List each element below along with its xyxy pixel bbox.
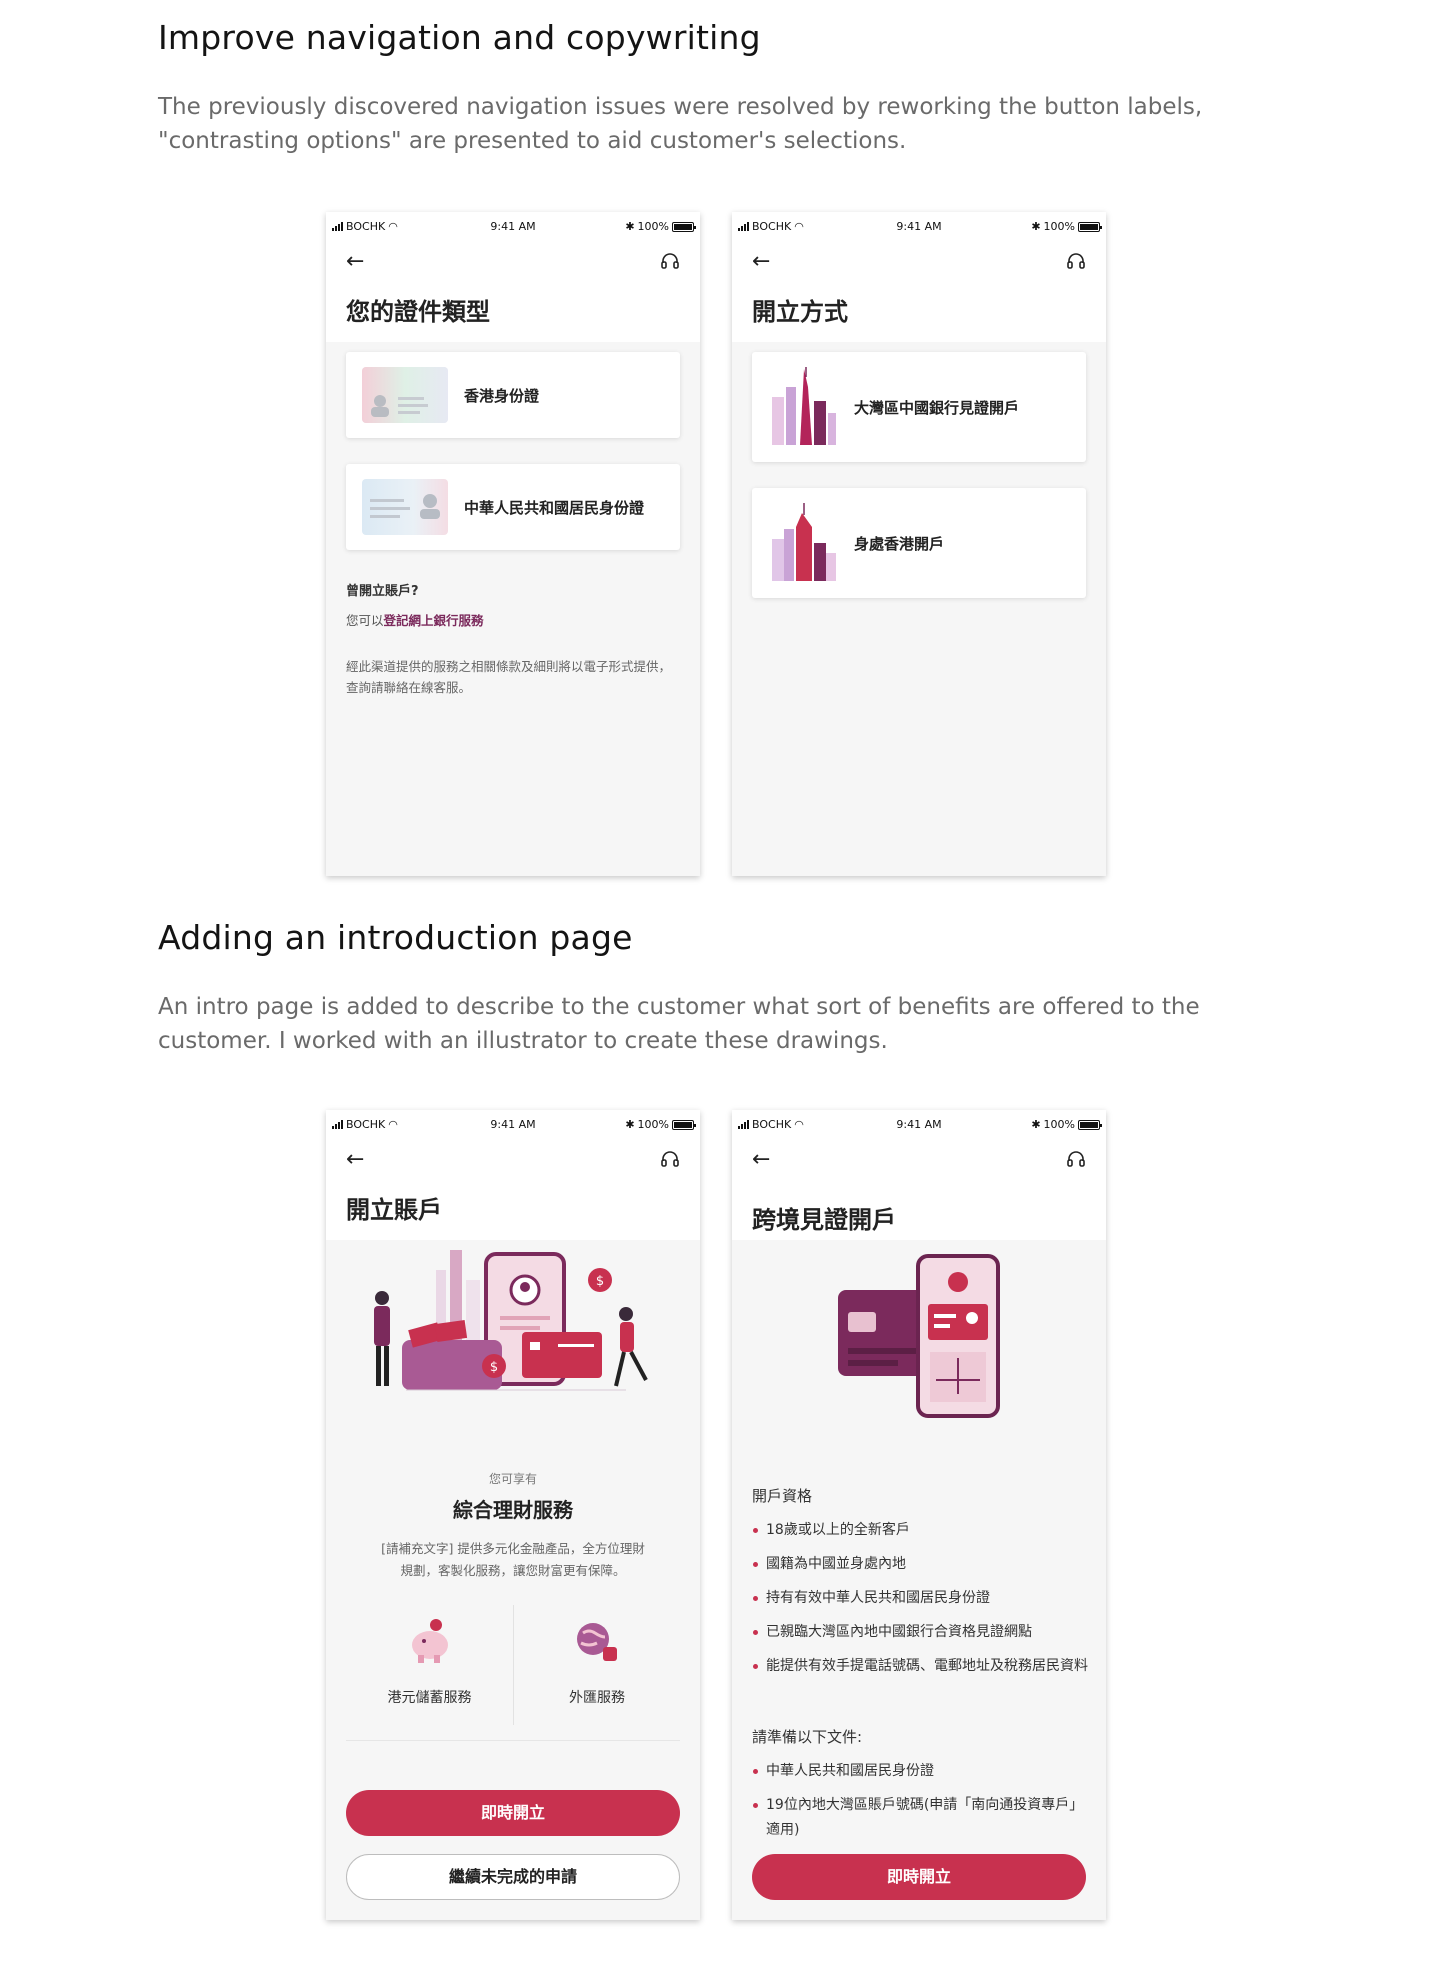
headset-icon[interactable] [660,1150,680,1170]
battery-icon [672,221,696,232]
existing-account-heading: 曾開立賬戶? [346,584,419,599]
eligibility-item: 能提供有效手提電話號碼、電郵地址及稅務居民資料 [752,1654,1088,1679]
prc-id-card-icon [362,479,448,535]
headset-icon[interactable] [1066,252,1086,272]
nav-bar: ← [732,242,1106,284]
back-arrow-icon[interactable]: ← [752,1148,770,1172]
svg-text:$: $ [596,1274,604,1289]
bluetooth-icon: ✱ [625,220,635,233]
hkid-card-icon [362,367,448,423]
nav-bar: ← [326,1140,700,1182]
nav-bar: ← [732,1140,1106,1182]
section-desc-intro: An intro page is added to describe to th… [158,994,1200,1054]
battery-icon [1078,1119,1102,1130]
option-prc-id[interactable]: 中華人民共和國居民身份證 [346,464,680,550]
eligibility-item: 18歲或以上的全新客戶 [752,1518,1088,1543]
open-now-button[interactable]: 即時開立 [752,1854,1086,1900]
back-arrow-icon[interactable]: ← [346,250,364,274]
back-arrow-icon[interactable]: ← [346,1148,364,1172]
eligibility-list: 18歲或以上的全新客戶 國籍為中國並身處內地 持有有效中華人民共和國居民身份證 … [752,1518,1088,1688]
battery-percent: 100% [637,220,669,233]
battery-percent: 100% [1043,1118,1075,1131]
nav-bar: ← [326,242,700,284]
globe-money-icon [577,1623,617,1661]
option-label: 身處香港開戶 [854,534,945,553]
feature-label: 港元儲蓄服務 [387,1690,472,1706]
battery-icon [672,1119,696,1130]
feature-label: 外匯服務 [569,1690,625,1706]
status-bar: BOCHK ◠ 9:41 AM ✱ 100% [326,212,700,242]
feature-row-divider [346,1740,680,1741]
existing-account-text: 您可以登記網上銀行服務 [346,610,680,631]
bluetooth-icon: ✱ [625,1118,635,1131]
section-title-navigation: Improve navigation and copywriting [158,18,761,57]
option-label: 香港身份證 [464,386,540,405]
eligibility-item: 已親臨大灣區內地中國銀行合資格見證網點 [752,1620,1088,1645]
feature-fx[interactable]: 外匯服務 [514,1605,680,1745]
page-title: 開立方式 [732,284,1106,342]
bluetooth-icon: ✱ [1031,220,1041,233]
open-now-button[interactable]: 即時開立 [346,1790,680,1836]
service-title: 綜合理財服務 [453,1498,573,1522]
section-title-intro: Adding an introduction page [158,918,633,957]
status-bar: BOCHK ◠ 9:41 AM ✱ 100% [732,1110,1106,1140]
cross-border-illustration [838,1254,1000,1418]
piggy-bank-icon [411,1619,448,1663]
option-hk-onsite[interactable]: 身處香港開戶 [752,488,1086,598]
option-label: 大灣區中國銀行見證開戶 [854,398,1020,417]
service-desc-line1: [請補充文字] 提供多元化金融產品，全方位理財 [381,1541,645,1556]
page-title: 開立賬戶 [326,1182,700,1240]
open-account-illustration: $ $ [374,1250,648,1391]
section-desc-navigation: The previously discovered navigation iss… [158,94,1203,154]
back-arrow-icon[interactable]: ← [752,250,770,274]
eligibility-item: 持有有效中華人民共和國居民身份證 [752,1586,1088,1611]
phone-open-account: BOCHK ◠ 9:41 AM ✱ 100% ← 開立賬戶 $ $ 您可享有 綜合理… [326,1110,700,1920]
documents-heading: 請準備以下文件: [752,1728,863,1746]
option-label: 中華人民共和國居民身份證 [464,498,645,517]
document-item: 中華人民共和國居民身份證 [752,1759,1088,1784]
option-gba-witness[interactable]: 大灣區中國銀行見證開戶 [752,352,1086,462]
phone-cross-border: BOCHK ◠ 9:41 AM ✱ 100% ← 跨境見證開戶 開戶資格 18歲或以… [732,1110,1106,1920]
phone-opening-method: BOCHK ◠ 9:41 AM ✱ 100% ← 開立方式 大灣區中國銀行見證開戶 … [732,212,1106,876]
option-hkid[interactable]: 香港身份證 [346,352,680,438]
city-skyline-gba-icon [772,367,836,445]
headset-icon[interactable] [660,252,680,272]
battery-icon [1078,221,1102,232]
status-bar: BOCHK ◠ 9:41 AM ✱ 100% [326,1110,700,1140]
existing-account-prefix: 您可以 [346,613,384,628]
battery-percent: 100% [637,1118,669,1131]
city-skyline-hk-icon [772,503,836,581]
continue-application-button[interactable]: 繼續未完成的申請 [346,1854,680,1900]
service-desc-line2: 規劃，客製化服務，讓您財富更有保障。 [400,1563,626,1578]
register-online-banking-link[interactable]: 登記網上銀行服務 [384,613,484,628]
headset-icon[interactable] [1066,1150,1086,1170]
svg-text:$: $ [490,1360,498,1375]
status-bar: BOCHK ◠ 9:41 AM ✱ 100% [732,212,1106,242]
eligibility-item: 國籍為中國並身處內地 [752,1552,1088,1577]
feature-hkd-savings[interactable]: 港元儲蓄服務 [346,1605,513,1745]
terms-text: 經此渠道提供的服務之相關條款及細則將以電子形式提供，查詢請聯絡在線客服。 [346,659,672,695]
phone-id-type: BOCHK ◠ 9:41 AM ✱ 100% ← 您的證件類型 香港身份證 中華人民… [326,212,700,876]
enjoy-label: 您可享有 [488,1472,537,1486]
battery-percent: 100% [1043,220,1075,233]
page-title: 您的證件類型 [326,284,700,342]
eligibility-heading: 開戶資格 [752,1487,813,1505]
page-title: 跨境見證開戶 [732,1182,1106,1240]
bluetooth-icon: ✱ [1031,1118,1041,1131]
